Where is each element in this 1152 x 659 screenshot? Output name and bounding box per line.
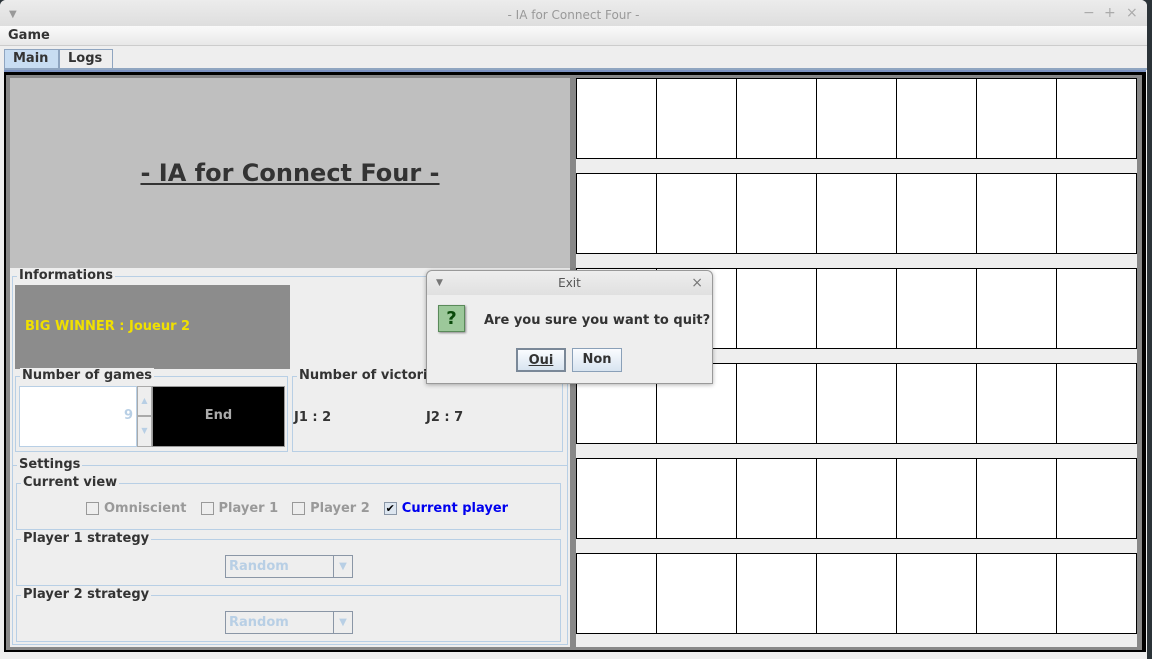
board-cell[interactable] [976,363,1057,444]
board-cell[interactable] [896,78,977,159]
tab-main[interactable]: Main [4,49,59,68]
player1-checkbox[interactable]: Player 1 [200,501,279,516]
informations-label: Informations [17,268,116,284]
board-cell[interactable] [1056,268,1137,349]
title-banner: - IA for Connect Four - [10,78,570,268]
select-value: Random [226,556,334,577]
spinner-up-icon[interactable]: ▲ [137,386,152,416]
checkbox-icon [292,502,306,515]
menu-game[interactable]: Game [8,28,50,43]
board-cell[interactable] [816,268,897,349]
board-cell[interactable] [736,363,817,444]
board-cell[interactable] [976,268,1057,349]
dialog-title-bar: ▼ Exit × [427,271,712,295]
window-title: - IA for Connect Four - [507,8,640,22]
board-cell[interactable] [736,173,817,254]
games-group: Number of games 9 ▲ ▼ End [15,368,288,452]
question-icon: ? [438,305,465,332]
no-button[interactable]: Non [572,348,622,372]
dialog-close-button[interactable]: × [691,271,703,295]
view-options: Omniscient Player 1 Player 2 ✔ Current pl… [86,501,522,516]
exit-dialog: ▼ Exit × ? Are you sure you want to quit… [426,270,713,384]
spinner-down-icon[interactable]: ▼ [137,416,152,447]
board-cell[interactable] [896,268,977,349]
chevron-down-icon: ▼ [339,617,347,628]
board-cell[interactable] [1056,553,1137,634]
yes-button[interactable]: Oui [516,348,566,372]
checkbox-icon [200,502,214,515]
option-label: Current player [401,501,509,516]
maximize-button[interactable]: + [1104,0,1116,28]
board-cell[interactable] [896,363,977,444]
board-cell[interactable] [656,173,737,254]
option-label: Player 1 [218,501,279,516]
tab-logs[interactable]: Logs [59,49,113,68]
end-button[interactable]: End [152,386,285,447]
board-cell[interactable] [816,363,897,444]
games-label: Number of games [20,368,155,384]
p1-strategy-group: Player 1 strategy Random ▼ [16,531,561,586]
board-cell[interactable] [1056,363,1137,444]
minimize-button[interactable]: − [1083,0,1095,28]
checkbox-icon [86,502,99,515]
board-cell[interactable] [976,78,1057,159]
board-cell[interactable] [736,458,817,539]
board-cell[interactable] [576,78,657,159]
j2-victories: J2 : 7 [426,410,464,425]
option-label: Omniscient [104,501,187,516]
board-cell[interactable] [816,458,897,539]
board-cell[interactable] [976,458,1057,539]
board-cell[interactable] [1056,173,1137,254]
dialog-menu-icon[interactable]: ▼ [436,271,443,295]
board-cell[interactable] [896,173,977,254]
p1-strategy-label: Player 1 strategy [21,531,152,547]
board-cell[interactable] [736,268,817,349]
board-cell[interactable] [816,173,897,254]
current-view-group: Current view Omniscient Player 1 Player … [16,475,561,530]
dialog-title: Exit [558,276,581,290]
games-spinner-input[interactable]: 9 [19,386,137,447]
board-cell[interactable] [576,553,657,634]
board-cell[interactable] [1056,78,1137,159]
p2-strategy-group: Player 2 strategy Random ▼ [16,587,561,642]
p2-strategy-label: Player 2 strategy [21,587,152,603]
settings-group: Settings Current view Omniscient Player … [12,457,568,645]
games-value: 9 [123,408,133,423]
board-cell[interactable] [736,78,817,159]
settings-label: Settings [17,457,83,473]
p2-strategy-select[interactable]: Random ▼ [225,611,353,634]
app-title: - IA for Connect Four - [140,159,440,187]
close-button[interactable]: × [1126,0,1138,28]
board-cell[interactable] [656,458,737,539]
board-cell[interactable] [656,78,737,159]
victories-group: Number of victories J1 : 2 J2 : 7 [292,368,563,452]
j1-victories: J1 : 2 [294,410,332,425]
board-cell[interactable] [656,553,737,634]
omniscient-checkbox[interactable]: Omniscient [86,501,187,516]
current-view-label: Current view [21,475,120,491]
board-cell[interactable] [576,458,657,539]
board-cell[interactable] [816,78,897,159]
option-label: Player 2 [310,501,370,516]
menu-bar: Game [0,26,1147,46]
board-cell[interactable] [896,458,977,539]
title-bar: ▼ - IA for Connect Four - − + × [0,0,1147,26]
board-cell[interactable] [1056,458,1137,539]
chevron-down-icon: ▼ [339,561,347,572]
player2-checkbox[interactable]: Player 2 [292,501,370,516]
board-cell[interactable] [736,553,817,634]
p1-strategy-select[interactable]: Random ▼ [225,555,353,578]
select-value: Random [226,612,334,633]
current-player-checkbox[interactable]: ✔ Current player [383,501,509,516]
board-cell[interactable] [816,553,897,634]
winner-display: BIG WINNER : Joueur 2 [15,285,290,369]
winner-text: BIG WINNER : Joueur 2 [25,319,191,334]
board-cell[interactable] [896,553,977,634]
board-cell[interactable] [576,173,657,254]
dialog-message: Are you sure you want to quit? [484,313,711,328]
victories-label: Number of victories [297,368,447,384]
checkmark-icon: ✔ [383,502,397,515]
board-cell[interactable] [976,173,1057,254]
board-cell[interactable] [976,553,1057,634]
